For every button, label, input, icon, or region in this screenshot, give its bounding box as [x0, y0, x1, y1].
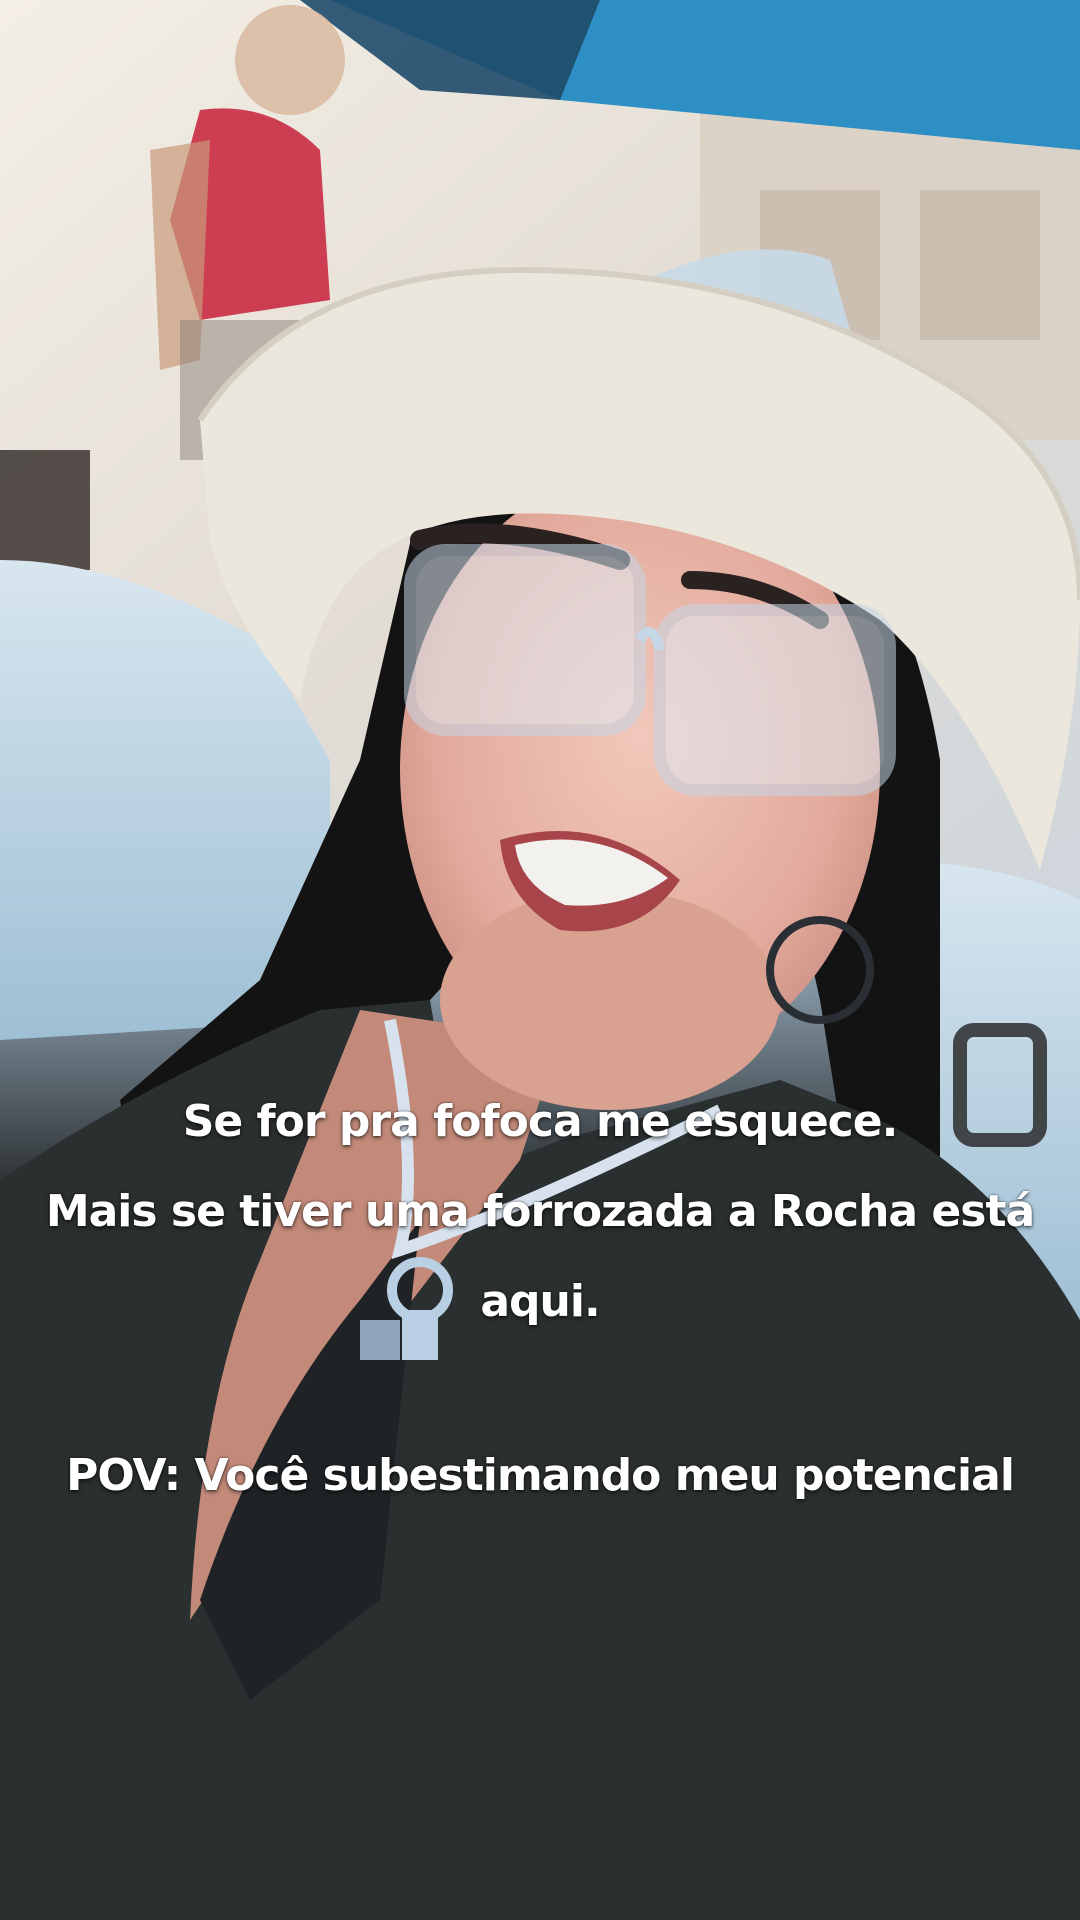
background-person-head: [235, 5, 345, 115]
building-window: [920, 190, 1040, 340]
video-frame: Se for pra fofoca me esquece. Mais se ti…: [0, 0, 1080, 1920]
dark-object: [0, 450, 90, 570]
caption-line-3: aqui.: [480, 1276, 600, 1327]
caption-line-1: Se for pra fofoca me esquece.: [182, 1096, 899, 1147]
caption-line-2: Mais se tiver uma forrozada a Rocha está: [45, 1186, 1035, 1237]
caption-line-4: POV: Você subestimando meu potencial: [66, 1450, 1015, 1501]
selfie-photo: [0, 0, 1080, 1920]
